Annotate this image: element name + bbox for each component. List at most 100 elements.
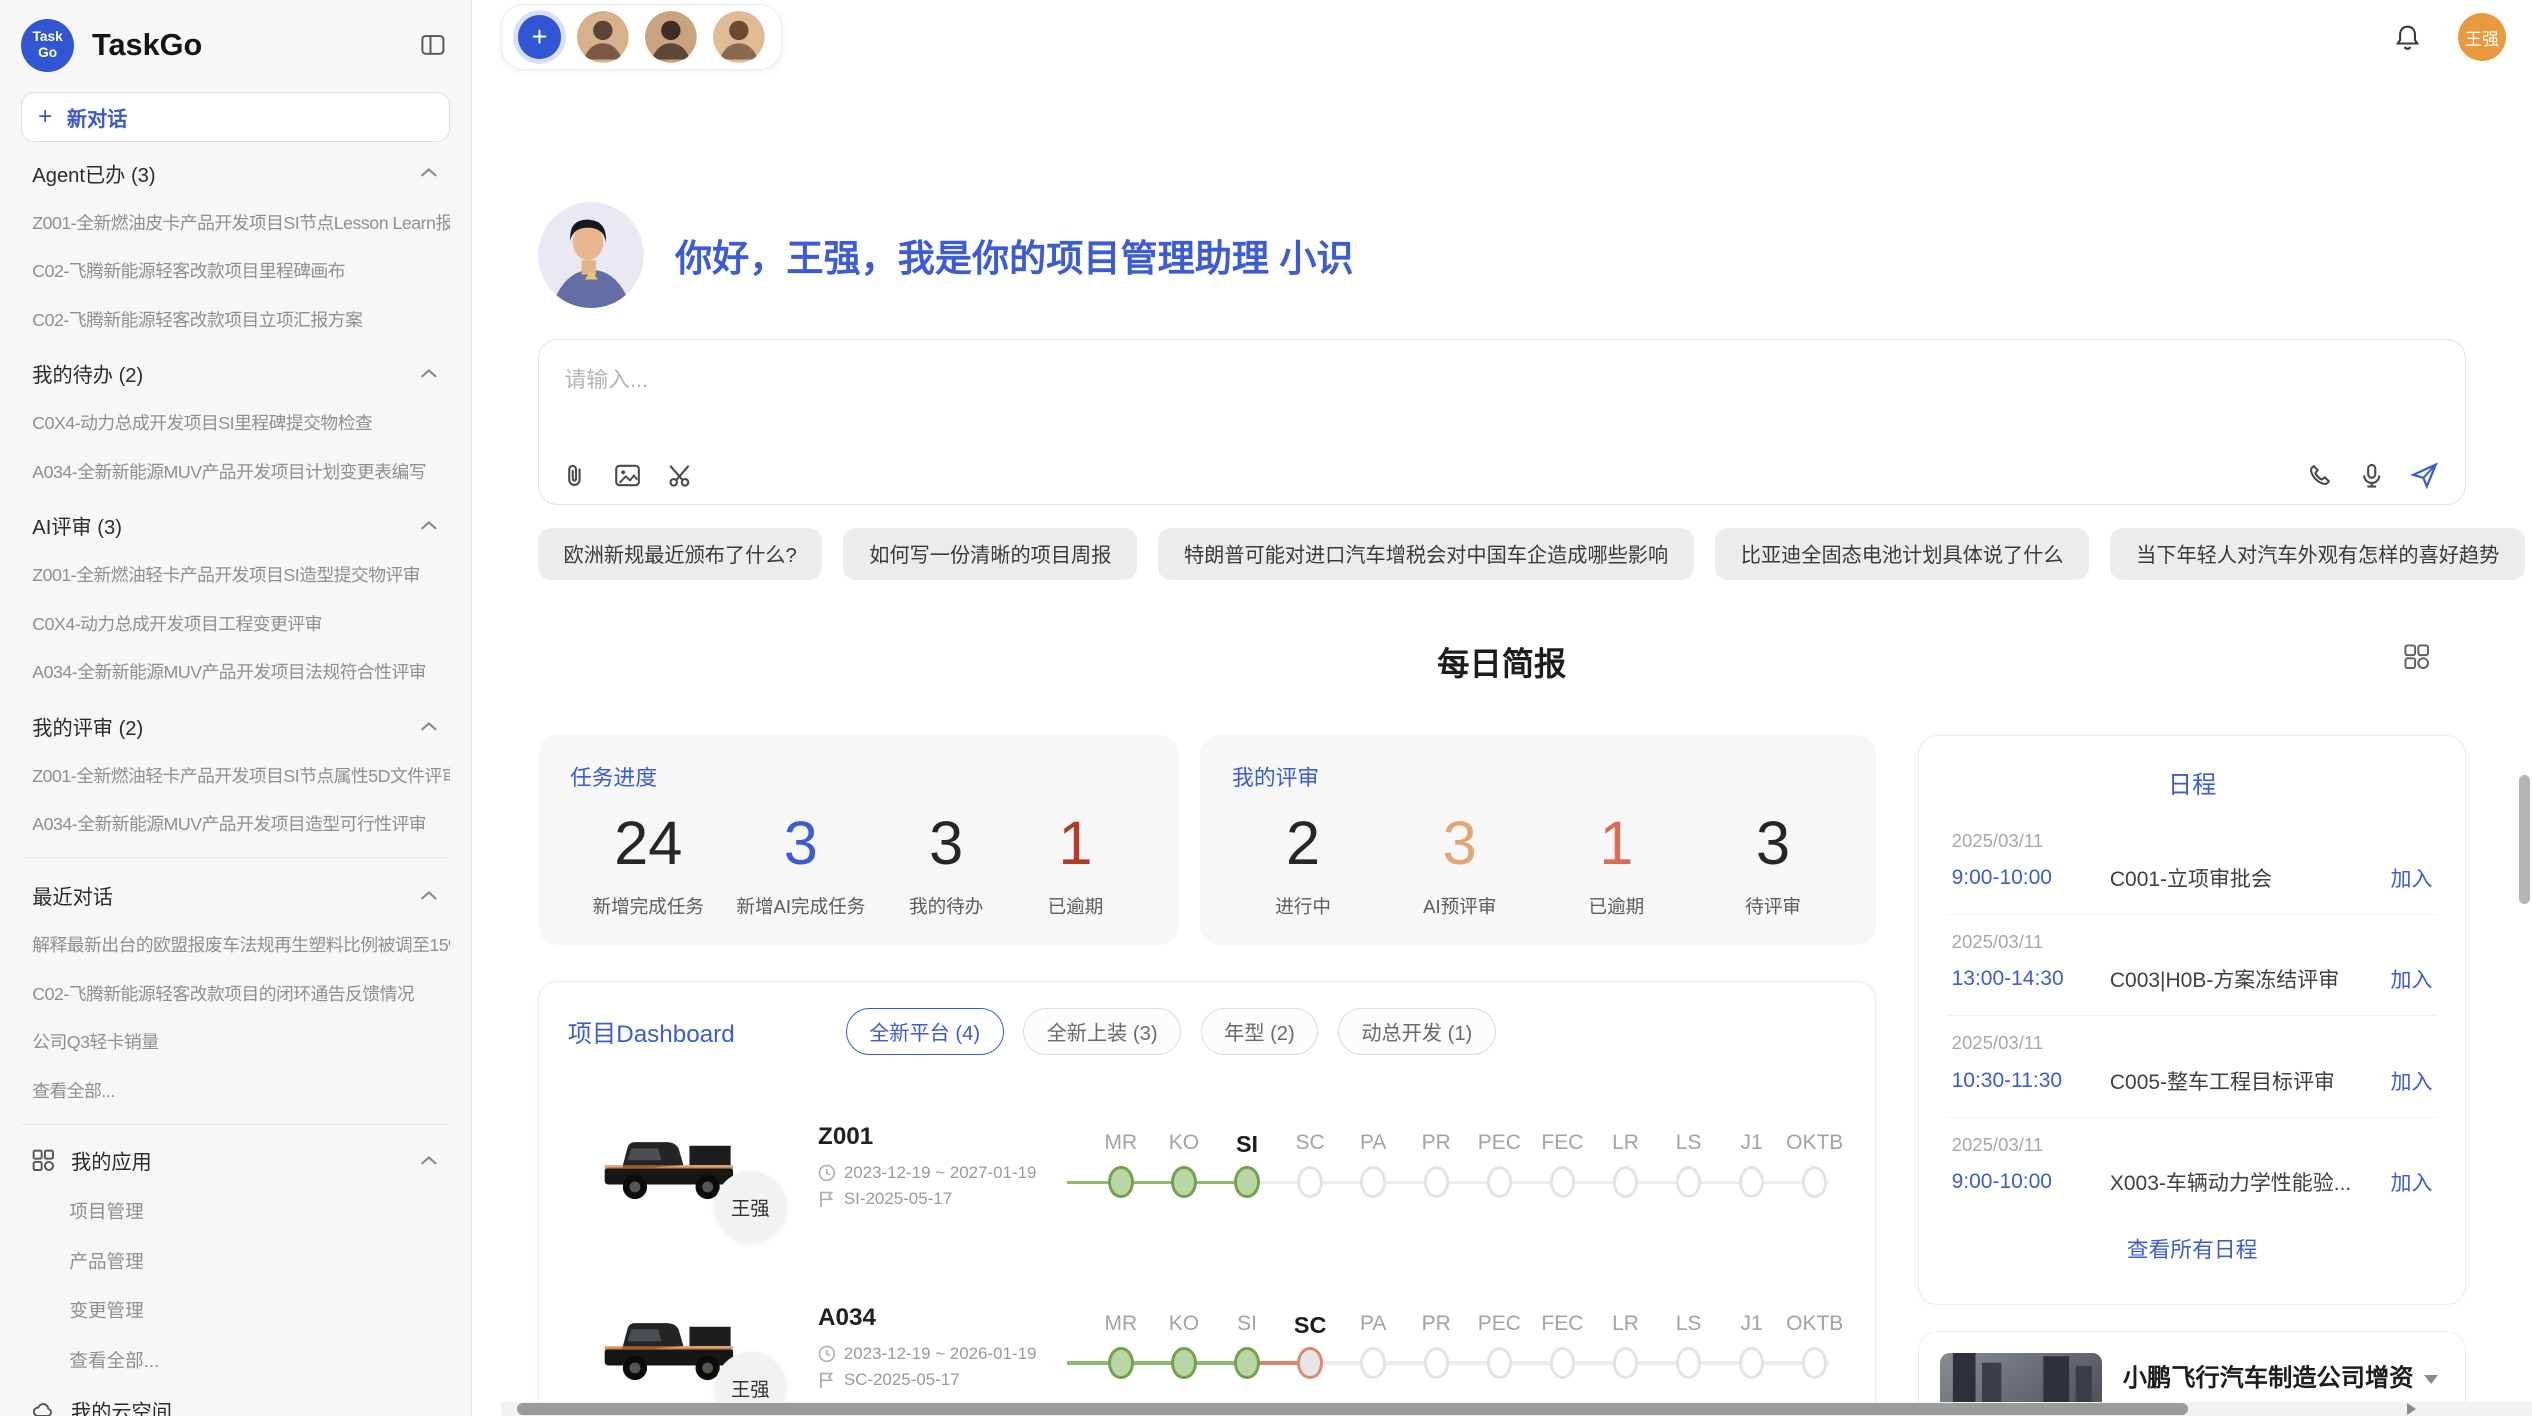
milestone-label: SC (1279, 1131, 1342, 1158)
sidebar-task-item[interactable]: C02-飞腾新能源轻客改款项目里程碑画布 (21, 246, 450, 295)
dashboard-tab[interactable]: 年型 (2) (1201, 1008, 1319, 1055)
recent-view-all[interactable]: 查看全部... (21, 1065, 450, 1114)
horizontal-scrollbar[interactable] (501, 1402, 2532, 1416)
send-icon[interactable] (2410, 461, 2439, 490)
image-upload-icon[interactable] (613, 461, 642, 490)
add-agent-button[interactable]: + (518, 15, 562, 59)
sidebar-task-item[interactable]: C0X4-动力总成开发项目SI里程碑提交物检查 (21, 398, 450, 447)
milestone-dot (1613, 1166, 1638, 1198)
input-tools-left (561, 461, 695, 490)
dashboard-tabs: 全新平台 (4) 全新上装 (3) 年型 (2) 动总开发 (1) (846, 1008, 1496, 1055)
milestone-dot (1108, 1347, 1133, 1379)
recent-conversation-item[interactable]: 公司Q3轻卡销量 (21, 1017, 450, 1066)
section-header-agent-done[interactable]: Agent已办 (3) (21, 146, 450, 198)
section-items: Z001-全新燃油轻卡产品开发项目SI造型提交物评审C0X4-动力总成开发项目工… (21, 550, 450, 696)
sidebar-task-item[interactable]: A034-全新新能源MUV产品开发项目计划变更表编写 (21, 446, 450, 495)
section-header-my-review[interactable]: 我的评审 (2) (21, 699, 450, 751)
schedule-title: 日程 (1948, 759, 2435, 813)
project-row[interactable]: 王强 A034 2023-12-19 ~ 2026-01-19 SC-2025-… (568, 1278, 1847, 1416)
my-review-card: 我的评审 2 进行中 3 (1200, 735, 1877, 945)
sidebar-task-item[interactable]: C02-飞腾新能源轻客改款项目立项汇报方案 (21, 294, 450, 343)
event-join-link[interactable]: 加入 (2391, 1167, 2433, 1197)
milestone-label: PR (1405, 1312, 1468, 1339)
suggestion-chip[interactable]: 欧洲新规最近颁布了什么? (538, 528, 823, 580)
project-date-range: 2023-12-19 ~ 2026-01-19 (818, 1344, 1089, 1364)
section-header-recent[interactable]: 最近对话 (21, 868, 450, 920)
sidebar-task-item[interactable]: A034-全新新能源MUV产品开发项目造型可行性评审 (21, 799, 450, 848)
app-item[interactable]: 查看全部... (21, 1335, 450, 1385)
project-row[interactable]: 王强 Z001 2023-12-19 ~ 2027-01-19 SI-2025-… (568, 1097, 1847, 1236)
suggestion-chip[interactable]: 当下年轻人对汽车外观有怎样的喜好趋势 (2110, 528, 2525, 580)
my-cloud-space[interactable]: 我的云空间 (21, 1384, 450, 1416)
sidebar-section-apps: 我的应用 项目管理产品管理变更管理查看全部... (21, 1134, 450, 1384)
layout-grid-icon[interactable] (2403, 643, 2430, 670)
milestone-dot (1234, 1347, 1259, 1379)
topbar-right: 王强 (2393, 13, 2506, 61)
event-join-link[interactable]: 加入 (2391, 863, 2433, 893)
attachment-icon[interactable] (561, 462, 588, 489)
vertical-scrollbar-thumb[interactable] (2519, 775, 2530, 904)
milestone-dot (1171, 1166, 1196, 1198)
flag-icon (818, 1190, 836, 1208)
chat-input[interactable] (539, 340, 2465, 504)
milestone-label: MR (1089, 1131, 1152, 1158)
sidebar-task-item[interactable]: C0X4-动力总成开发项目工程变更评审 (21, 598, 450, 647)
agent-avatar-3[interactable] (713, 11, 765, 63)
sidebar-collapse-icon[interactable] (417, 29, 449, 61)
content: 你好，王强，我是你的项目管理助理 小识 (472, 202, 2532, 1416)
sidebar-task-item[interactable]: Z001-全新燃油轻卡产品开发项目SI节点属性5D文件评审 (21, 750, 450, 799)
microphone-icon[interactable] (2358, 462, 2385, 489)
milestone-dot (1171, 1347, 1196, 1379)
event-name: X003-车辆动力学性能验... (2110, 1167, 2391, 1197)
scroll-right-arrow[interactable] (2407, 1403, 2416, 1415)
sidebar-task-item[interactable]: Z001-全新燃油皮卡产品开发项目SI节点Lesson Learn报告 (21, 197, 450, 246)
milestone-labels: MRKOSISCPAPRPECFECLRLSJ1OKTB (1089, 1312, 1846, 1339)
logo-text-line2: Go (38, 45, 57, 61)
milestone-track: MRKOSISCPAPRPECFECLRLSJ1OKTB (1089, 1312, 1846, 1383)
stat-item: 1 已逾期 (1027, 808, 1124, 919)
project-node-date: SC-2025-05-17 (818, 1370, 1089, 1390)
app-item[interactable]: 项目管理 (21, 1186, 450, 1236)
view-all-schedule-link[interactable]: 查看所有日程 (1948, 1218, 2435, 1278)
chevron-up-icon (420, 890, 438, 901)
event-time: 9:00-10:00 (1952, 1170, 2110, 1194)
suggestion-chip[interactable]: 特朗普可能对进口汽车增税会对中国车企造成哪些影响 (1158, 528, 1694, 580)
stat-value: 3 (1725, 808, 1822, 879)
recent-conversation-item[interactable]: 解释最新出台的欧盟报废车法规再生塑料比例被调至15%... (21, 920, 450, 969)
section-header-my-todo[interactable]: 我的待办 (2) (21, 346, 450, 398)
milestone-label: SI (1215, 1312, 1278, 1339)
scissors-icon[interactable] (666, 461, 695, 490)
my-review-stats: 2 进行中 3 AI预评审 (1232, 808, 1844, 919)
section-header-ai-review[interactable]: AI评审 (3) (21, 498, 450, 550)
phone-call-icon[interactable] (2307, 462, 2334, 489)
section-items: Z001-全新燃油轻卡产品开发项目SI节点属性5D文件评审A034-全新新能源M… (21, 750, 450, 847)
my-apps-header[interactable]: 我的应用 (21, 1134, 450, 1186)
suggestion-chip[interactable]: 如何写一份清晰的项目周报 (843, 528, 1137, 580)
dashboard-tab[interactable]: 全新平台 (4) (846, 1008, 1004, 1055)
daily-briefing-header: 每日简报 (538, 639, 2466, 685)
suggestion-chip[interactable]: 比亚迪全固态电池计划具体说了什么 (1715, 528, 2089, 580)
clock-icon (818, 1164, 836, 1182)
sidebar-task-item[interactable]: Z001-全新燃油轻卡产品开发项目SI造型提交物评审 (21, 550, 450, 599)
dashboard-tab[interactable]: 动总开发 (1) (1338, 1008, 1496, 1055)
new-chat-button[interactable]: + 新对话 (21, 92, 450, 142)
chevron-up-icon (420, 520, 438, 531)
event-join-link[interactable]: 加入 (2391, 964, 2433, 994)
agent-avatar-2[interactable] (645, 11, 697, 63)
recent-conversation-item[interactable]: C02-飞腾新能源轻客改款项目的闭环通告反馈情况 (21, 968, 450, 1017)
agent-avatar-1[interactable] (577, 11, 629, 63)
sidebar-task-item[interactable]: A034-全新新能源MUV产品开发项目法规符合性评审 (21, 647, 450, 696)
app-item[interactable]: 产品管理 (21, 1236, 450, 1286)
news-title: 小鹏飞行汽车制造公司增资 (2123, 1358, 2444, 1393)
milestone-dots-row (1089, 1344, 1846, 1383)
scroll-down-arrow[interactable] (2424, 1375, 2438, 1384)
milestone-dots-row (1089, 1163, 1846, 1202)
milestone-dot (1360, 1166, 1385, 1198)
stat-label: 已逾期 (1027, 892, 1124, 919)
dashboard-tab[interactable]: 全新上装 (3) (1023, 1008, 1181, 1055)
user-avatar[interactable]: 王强 (2458, 13, 2506, 61)
app-item[interactable]: 变更管理 (21, 1285, 450, 1335)
event-join-link[interactable]: 加入 (2391, 1066, 2433, 1096)
horizontal-scrollbar-thumb[interactable] (517, 1403, 2188, 1414)
notification-bell-icon[interactable] (2393, 23, 2422, 52)
